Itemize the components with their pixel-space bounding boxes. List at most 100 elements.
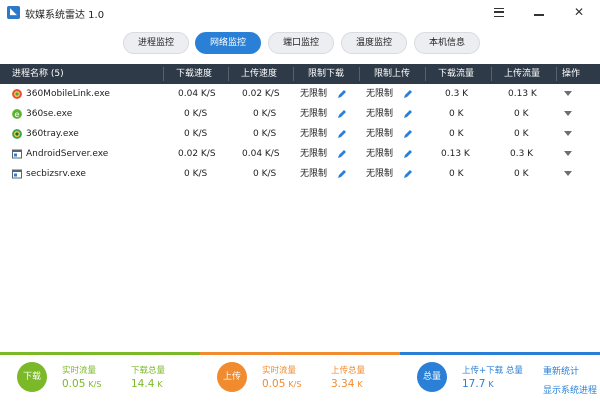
upload-speed: 0 K/S xyxy=(253,129,277,139)
download-traffic: 0.13 K xyxy=(441,149,470,159)
edit-download-limit-icon[interactable] xyxy=(337,109,347,119)
header-download-traffic[interactable]: 下载流量 xyxy=(438,64,474,84)
download-realtime-value: 0.05 K/S xyxy=(62,378,102,390)
upload-traffic: 0.3 K xyxy=(510,149,534,159)
app-logo-icon: ◣ xyxy=(7,6,20,19)
header-download-limit[interactable]: 限制下载 xyxy=(308,64,344,84)
close-button[interactable]: ✕ xyxy=(564,0,594,24)
header-download-speed[interactable]: 下载速度 xyxy=(176,64,212,84)
row-action-dropdown-icon[interactable] xyxy=(564,131,572,136)
download-limit: 无限制 xyxy=(300,149,328,159)
download-color-bar xyxy=(0,352,200,355)
total-label: 上传+下载 总量 xyxy=(462,366,523,376)
table-row[interactable]: 360MobileLink.exe 0.04 K/S 0.02 K/S 无限制 … xyxy=(0,84,600,104)
app-window: ◣ 软媒系统雷达 1.0 ✕ 进程监控 网络监控 端口监控 温度监控 本机信息 … xyxy=(0,0,600,402)
tab-temperature-monitor[interactable]: 温度监控 xyxy=(341,32,407,54)
header-divider xyxy=(293,67,294,81)
tab-port-monitor[interactable]: 端口监控 xyxy=(268,32,334,54)
secbizsrv-icon xyxy=(12,169,22,179)
show-system-processes-link[interactable]: 显示系统进程 xyxy=(543,383,597,396)
total-color-bar xyxy=(400,352,600,355)
upload-traffic: 0 K xyxy=(514,169,529,179)
edit-download-limit-icon[interactable] xyxy=(337,169,347,179)
edit-download-limit-icon[interactable] xyxy=(337,89,347,99)
edit-upload-limit-icon[interactable] xyxy=(403,169,413,179)
minimize-button[interactable] xyxy=(524,0,554,24)
tab-network-monitor[interactable]: 网络监控 xyxy=(195,32,261,54)
header-divider xyxy=(163,67,164,81)
upload-limit: 无限制 xyxy=(366,109,394,119)
total-value: 17.7 K xyxy=(462,378,494,390)
360-mobile-link-icon xyxy=(12,89,22,99)
upload-color-bar xyxy=(200,352,400,355)
upload-badge: 上传 xyxy=(217,362,247,392)
upload-traffic: 0 K xyxy=(514,129,529,139)
upload-total-label: 上传总量 xyxy=(331,366,366,376)
upload-traffic: 0.13 K xyxy=(508,89,537,99)
tab-process-monitor[interactable]: 进程监控 xyxy=(123,32,189,54)
tab-machine-info[interactable]: 本机信息 xyxy=(414,32,480,54)
table-row[interactable]: e 360se.exe 0 K/S 0 K/S 无限制 无限制 0 K 0 K xyxy=(0,104,600,124)
close-icon: ✕ xyxy=(573,5,585,19)
360se-icon: e xyxy=(12,109,22,119)
table-row[interactable]: secbizsrv.exe 0 K/S 0 K/S 无限制 无限制 0 K 0 … xyxy=(0,164,600,184)
download-limit: 无限制 xyxy=(300,109,328,119)
row-action-dropdown-icon[interactable] xyxy=(564,151,572,156)
upload-traffic: 0 K xyxy=(514,109,529,119)
menu-icon xyxy=(494,7,504,17)
upload-limit: 无限制 xyxy=(366,129,394,139)
traffic-summary: 下载 实时流量 0.05 K/S 下载总量 14.4 K 上传 实时流量 0.05 K… xyxy=(0,352,600,402)
upload-speed: 0 K/S xyxy=(253,169,277,179)
table-row[interactable]: AndroidServer.exe 0.02 K/S 0.04 K/S 无限制 … xyxy=(0,144,600,164)
process-name: 360MobileLink.exe xyxy=(26,89,110,99)
download-speed: 0 K/S xyxy=(184,109,208,119)
app-title: 软媒系统雷达 1.0 xyxy=(25,10,105,21)
upload-speed: 0.02 K/S xyxy=(242,89,280,99)
android-server-icon xyxy=(12,149,22,159)
download-speed: 0 K/S xyxy=(184,169,208,179)
download-speed: 0.02 K/S xyxy=(178,149,216,159)
header-divider xyxy=(491,67,492,81)
upload-realtime-value: 0.05 K/S xyxy=(262,378,302,390)
upload-speed: 0.04 K/S xyxy=(242,149,280,159)
header-upload-speed[interactable]: 上传速度 xyxy=(241,64,277,84)
download-limit: 无限制 xyxy=(300,169,328,179)
download-traffic: 0.3 K xyxy=(445,89,469,99)
upload-limit: 无限制 xyxy=(366,169,394,179)
process-name: AndroidServer.exe xyxy=(26,149,109,159)
upload-total-value: 3.34 K xyxy=(331,378,363,390)
row-action-dropdown-icon[interactable] xyxy=(564,91,572,96)
download-total-value: 14.4 K xyxy=(131,378,163,390)
table-row[interactable]: 360tray.exe 0 K/S 0 K/S 无限制 无限制 0 K 0 K xyxy=(0,124,600,144)
edit-download-limit-icon[interactable] xyxy=(337,149,347,159)
upload-limit: 无限制 xyxy=(366,149,394,159)
recount-link[interactable]: 重新统计 xyxy=(543,364,579,377)
download-realtime-label: 实时流量 xyxy=(62,366,97,376)
download-limit: 无限制 xyxy=(300,129,328,139)
edit-download-limit-icon[interactable] xyxy=(337,129,347,139)
download-traffic: 0 K xyxy=(449,169,464,179)
header-divider xyxy=(228,67,229,81)
download-speed: 0 K/S xyxy=(184,129,208,139)
download-limit: 无限制 xyxy=(300,89,328,99)
row-action-dropdown-icon[interactable] xyxy=(564,111,572,116)
header-upload-traffic[interactable]: 上传流量 xyxy=(504,64,540,84)
edit-upload-limit-icon[interactable] xyxy=(403,129,413,139)
table-header: 进程名称 (5) 下载速度 上传速度 限制下载 限制上传 下载流量 上传流量 操… xyxy=(0,64,600,84)
edit-upload-limit-icon[interactable] xyxy=(403,109,413,119)
menu-button[interactable] xyxy=(484,0,514,24)
download-total-label: 下载总量 xyxy=(131,366,166,376)
header-upload-limit[interactable]: 限制上传 xyxy=(374,64,410,84)
header-divider xyxy=(556,67,557,81)
header-divider xyxy=(425,67,426,81)
upload-realtime-label: 实时流量 xyxy=(262,366,297,376)
download-speed: 0.04 K/S xyxy=(178,89,216,99)
header-process-name[interactable]: 进程名称 (5) xyxy=(12,64,64,84)
download-traffic: 0 K xyxy=(449,109,464,119)
svg-text:e: e xyxy=(15,110,20,119)
edit-upload-limit-icon[interactable] xyxy=(403,149,413,159)
minimize-icon xyxy=(534,14,544,16)
edit-upload-limit-icon[interactable] xyxy=(403,89,413,99)
download-badge: 下载 xyxy=(17,362,47,392)
row-action-dropdown-icon[interactable] xyxy=(564,171,572,176)
